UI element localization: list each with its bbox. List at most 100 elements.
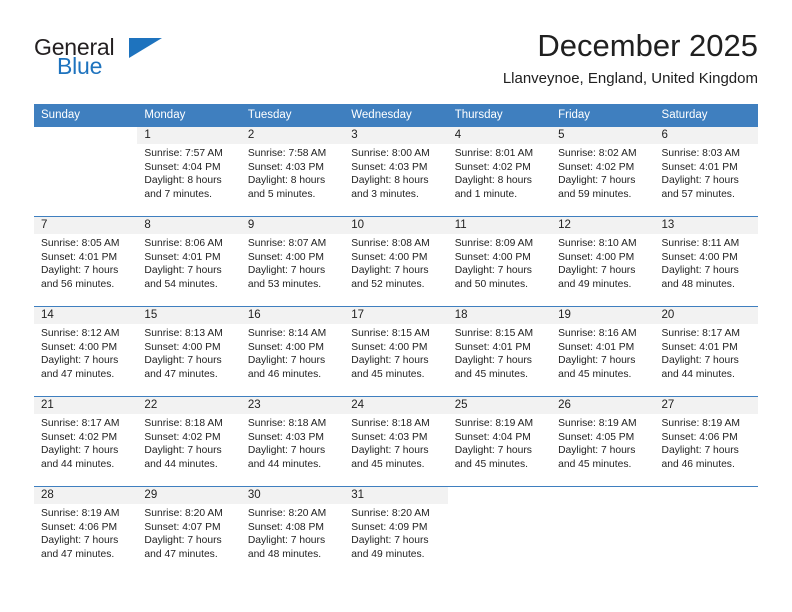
calendar-cell[interactable]: 19 Sunrise: 8:16 AM Sunset: 4:01 PM Dayligh… <box>551 306 655 397</box>
calendar-cell[interactable]: 27 Sunrise: 8:19 AM Sunset: 4:06 PM Dayligh… <box>654 396 758 487</box>
calendar-cell[interactable]: 23 Sunrise: 8:18 AM Sunset: 4:03 PM Dayligh… <box>240 396 345 487</box>
calendar-cell[interactable]: 10 Sunrise: 8:08 AM Sunset: 4:00 PM Dayligh… <box>344 216 448 307</box>
daylight-line-1: Daylight: 7 hours <box>144 445 222 457</box>
day-details <box>655 504 758 507</box>
calendar-cell[interactable]: 17 Sunrise: 8:15 AM Sunset: 4:00 PM Dayligh… <box>344 306 448 397</box>
calendar-cell[interactable]: 30 Sunrise: 8:20 AM Sunset: 4:08 PM Dayligh… <box>240 486 345 576</box>
calendar-cell[interactable]: 14 Sunrise: 8:12 AM Sunset: 4:00 PM Dayligh… <box>34 306 138 397</box>
day-details: Sunrise: 8:09 AM Sunset: 4:00 PM Daylight:… <box>448 234 551 291</box>
calendar-cell[interactable]: 5 Sunrise: 8:02 AM Sunset: 4:02 PM Daylight… <box>551 126 655 217</box>
calendar-cell[interactable]: 21 Sunrise: 8:17 AM Sunset: 4:02 PM Dayligh… <box>34 396 138 487</box>
day-details <box>34 144 137 147</box>
sunset-time: Sunset: 4:02 PM <box>41 431 118 443</box>
daylight-line-2: and 44 minutes. <box>144 458 218 470</box>
daylight-line-1: Daylight: 7 hours <box>41 355 119 367</box>
daylight-line-2: and 48 minutes. <box>661 278 735 290</box>
calendar-cell[interactable]: 22 Sunrise: 8:18 AM Sunset: 4:02 PM Dayligh… <box>137 396 241 487</box>
daylight-line-1: Daylight: 7 hours <box>144 355 222 367</box>
day-cell: 1 Sunrise: 7:57 AM Sunset: 4:04 PM Daylight… <box>137 127 241 216</box>
calendar-body: 1 Sunrise: 7:57 AM Sunset: 4:04 PM Daylight… <box>34 126 758 576</box>
day-cell: 26 Sunrise: 8:19 AM Sunset: 4:05 PM Dayligh… <box>551 397 655 486</box>
calendar-cell[interactable]: 2 Sunrise: 7:58 AM Sunset: 4:03 PM Daylight… <box>240 126 345 217</box>
calendar-cell[interactable]: 15 Sunrise: 8:13 AM Sunset: 4:00 PM Dayligh… <box>137 306 241 397</box>
calendar-cell[interactable]: 6 Sunrise: 8:03 AM Sunset: 4:01 PM Daylight… <box>654 126 758 217</box>
day-cell: 20 Sunrise: 8:17 AM Sunset: 4:01 PM Dayligh… <box>654 307 758 396</box>
daylight-line-1: Daylight: 7 hours <box>247 355 326 367</box>
sunrise-time: Sunrise: 8:08 AM <box>351 238 430 249</box>
day-details: Sunrise: 8:19 AM Sunset: 4:06 PM Daylight:… <box>34 504 137 561</box>
calendar-cell[interactable]: 1 Sunrise: 7:57 AM Sunset: 4:04 PM Daylight… <box>137 126 241 217</box>
sunset-time: Sunset: 4:01 PM <box>661 161 738 173</box>
sunset-time: Sunset: 4:01 PM <box>144 251 221 263</box>
day-cell: 8 Sunrise: 8:06 AM Sunset: 4:01 PM Daylight… <box>137 217 241 306</box>
daylight-line-2: and 52 minutes. <box>351 278 425 290</box>
calendar-cell[interactable]: 12 Sunrise: 8:10 AM Sunset: 4:00 PM Dayligh… <box>551 216 655 307</box>
sunrise-time: Sunrise: 8:13 AM <box>144 328 223 339</box>
day-number: 17 <box>344 307 448 324</box>
calendar-cell[interactable]: 16 Sunrise: 8:14 AM Sunset: 4:00 PM Dayligh… <box>240 306 345 397</box>
sunrise-time: Sunrise: 8:20 AM <box>351 508 430 519</box>
daylight-line-1: Daylight: 7 hours <box>351 535 429 547</box>
calendar-cell[interactable]: 9 Sunrise: 8:07 AM Sunset: 4:00 PM Daylight… <box>240 216 345 307</box>
day-number: 7 <box>34 217 138 234</box>
day-number <box>34 127 138 144</box>
day-number: 1 <box>137 127 241 144</box>
calendar-cell[interactable]: 11 Sunrise: 8:09 AM Sunset: 4:00 PM Dayligh… <box>447 216 552 307</box>
general-blue-logo[interactable]: General Blue <box>34 34 264 90</box>
sunset-time: Sunset: 4:00 PM <box>247 251 324 263</box>
daylight-line-2: and 46 minutes. <box>661 458 735 470</box>
day-cell: 7 Sunrise: 8:05 AM Sunset: 4:01 PM Daylight… <box>34 217 138 306</box>
day-number: 8 <box>137 217 241 234</box>
day-cell <box>654 487 758 576</box>
sunrise-time: Sunrise: 8:20 AM <box>144 508 223 519</box>
calendar-cell[interactable]: 25 Sunrise: 8:19 AM Sunset: 4:04 PM Dayligh… <box>447 396 552 487</box>
sunrise-time: Sunrise: 8:14 AM <box>247 328 327 339</box>
sunrise-time: Sunrise: 8:19 AM <box>661 418 740 429</box>
calendar-cell <box>551 486 655 576</box>
calendar-cell[interactable]: 26 Sunrise: 8:19 AM Sunset: 4:05 PM Dayligh… <box>551 396 655 487</box>
day-number: 9 <box>240 217 345 234</box>
daylight-line-1: Daylight: 7 hours <box>144 265 222 277</box>
daylight-line-1: Daylight: 7 hours <box>144 535 222 547</box>
daylight-line-1: Daylight: 7 hours <box>454 265 532 277</box>
weekday-header-sunday: Sunday <box>34 104 138 127</box>
daylight-line-1: Daylight: 7 hours <box>351 445 429 457</box>
daylight-line-2: and 7 minutes. <box>144 188 212 200</box>
weekday-header-friday: Friday <box>551 104 655 127</box>
calendar-cell[interactable]: 18 Sunrise: 8:15 AM Sunset: 4:01 PM Dayligh… <box>447 306 552 397</box>
sunset-time: Sunset: 4:03 PM <box>247 161 324 173</box>
calendar-cell[interactable]: 4 Sunrise: 8:01 AM Sunset: 4:02 PM Daylight… <box>447 126 552 217</box>
calendar-header-row: Sunday Monday Tuesday Wednesday Thursday… <box>34 104 758 127</box>
daylight-line-1: Daylight: 8 hours <box>351 175 429 187</box>
calendar-cell[interactable]: 8 Sunrise: 8:06 AM Sunset: 4:01 PM Daylight… <box>137 216 241 307</box>
day-number: 12 <box>551 217 655 234</box>
day-number: 19 <box>551 307 655 324</box>
calendar-cell[interactable]: 24 Sunrise: 8:18 AM Sunset: 4:03 PM Dayligh… <box>344 396 448 487</box>
daylight-line-2: and 53 minutes. <box>247 278 322 290</box>
calendar-cell[interactable]: 29 Sunrise: 8:20 AM Sunset: 4:07 PM Dayligh… <box>137 486 241 576</box>
day-cell: 15 Sunrise: 8:13 AM Sunset: 4:00 PM Dayligh… <box>137 307 241 396</box>
calendar-cell[interactable]: 31 Sunrise: 8:20 AM Sunset: 4:09 PM Dayligh… <box>344 486 448 576</box>
calendar-cell[interactable]: 7 Sunrise: 8:05 AM Sunset: 4:01 PM Daylight… <box>34 216 138 307</box>
daylight-line-2: and 46 minutes. <box>247 368 322 380</box>
calendar-cell[interactable]: 3 Sunrise: 8:00 AM Sunset: 4:03 PM Daylight… <box>344 126 448 217</box>
day-details: Sunrise: 7:58 AM Sunset: 4:03 PM Daylight:… <box>241 144 344 201</box>
day-cell: 2 Sunrise: 7:58 AM Sunset: 4:03 PM Daylight… <box>240 127 345 216</box>
day-details: Sunrise: 8:13 AM Sunset: 4:00 PM Daylight:… <box>137 324 240 381</box>
calendar-cell[interactable]: 13 Sunrise: 8:11 AM Sunset: 4:00 PM Dayligh… <box>654 216 758 307</box>
day-details: Sunrise: 8:00 AM Sunset: 4:03 PM Daylight:… <box>344 144 447 201</box>
day-number: 22 <box>137 397 241 414</box>
day-number <box>654 487 758 504</box>
calendar-grid: Sunday Monday Tuesday Wednesday Thursday… <box>34 104 758 576</box>
day-number: 24 <box>344 397 448 414</box>
sunrise-time: Sunrise: 8:19 AM <box>454 418 534 429</box>
sunrise-time: Sunrise: 8:15 AM <box>454 328 534 339</box>
day-cell: 17 Sunrise: 8:15 AM Sunset: 4:00 PM Dayligh… <box>344 307 448 396</box>
day-details: Sunrise: 8:20 AM Sunset: 4:07 PM Daylight:… <box>137 504 240 561</box>
calendar-week-row: 1 Sunrise: 7:57 AM Sunset: 4:04 PM Daylight… <box>34 126 758 217</box>
day-cell: 14 Sunrise: 8:12 AM Sunset: 4:00 PM Dayligh… <box>34 307 138 396</box>
calendar-cell[interactable]: 28 Sunrise: 8:19 AM Sunset: 4:06 PM Dayligh… <box>34 486 138 576</box>
sunset-time: Sunset: 4:08 PM <box>247 521 324 533</box>
calendar-cell <box>34 126 138 217</box>
calendar-cell[interactable]: 20 Sunrise: 8:17 AM Sunset: 4:01 PM Dayligh… <box>654 306 758 397</box>
